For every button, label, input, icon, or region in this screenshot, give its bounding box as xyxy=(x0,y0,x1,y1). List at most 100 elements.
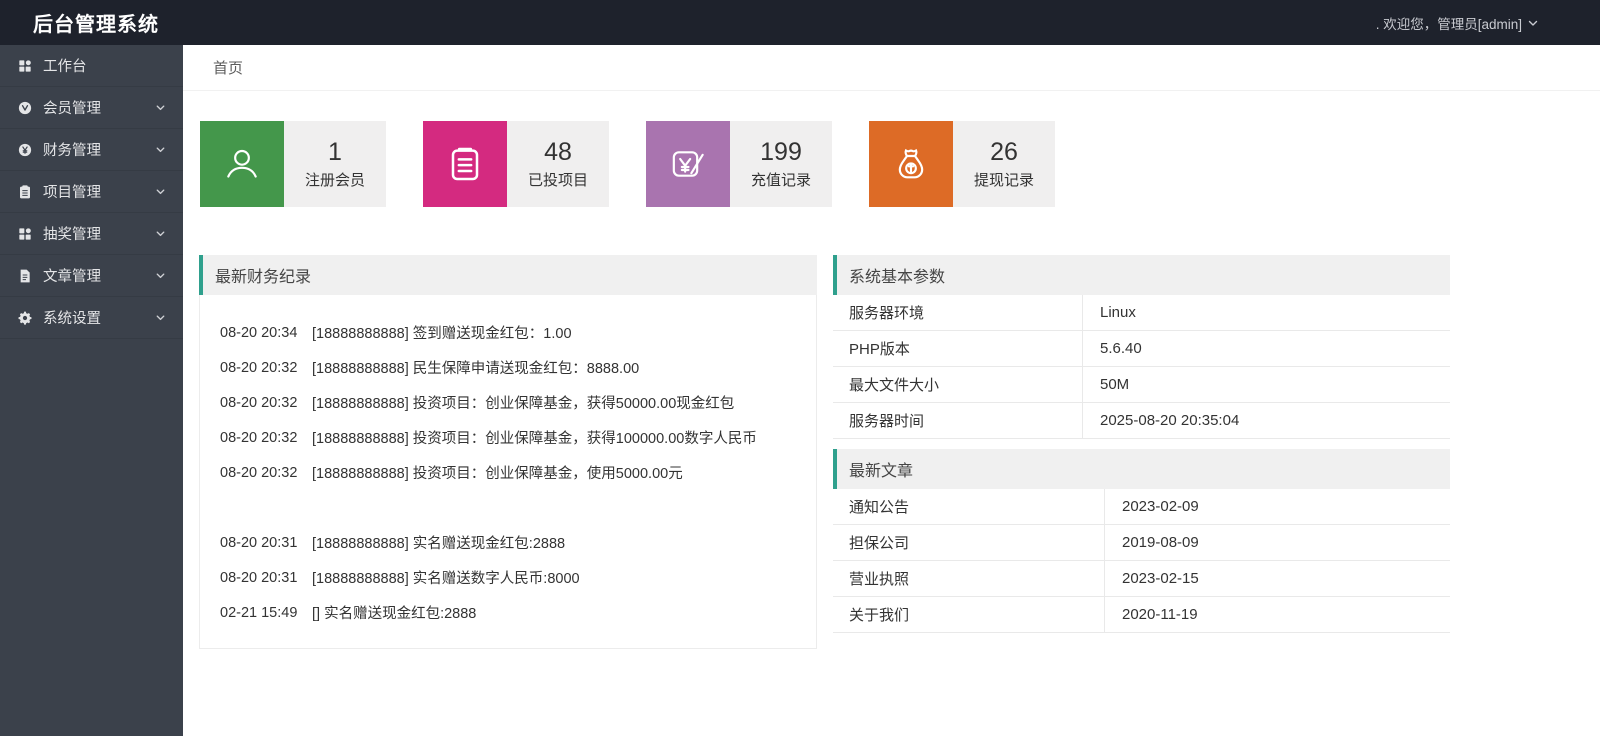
latest-articles-panel: 最新文章 通知公告 2023-02-09 担保公司 2019-08-09 营业执… xyxy=(833,449,1450,633)
record-text: [] 实名赠送现金红包:2888 xyxy=(312,606,477,622)
chevron-down-icon xyxy=(154,311,167,324)
article-date: 2023-02-09 xyxy=(1122,498,1199,515)
finance-record: 08-20 20:31 [18888888888] 实名赠送现金红包:2888 xyxy=(200,525,816,560)
main-content: 首页 1 注册会员 48 已投项目 199 充值记录 26 提现记录 最新财务纪… xyxy=(183,45,1600,736)
sidebar-item[interactable]: 工作台 xyxy=(0,45,183,87)
finance-panel-title: 最新财务纪录 xyxy=(199,255,817,295)
finance-record: 08-20 20:32 [18888888888] 民生保障申请送现金红包：88… xyxy=(200,350,816,385)
sidebar-item-label: 财务管理 xyxy=(43,143,101,159)
sidebar-item-label: 项目管理 xyxy=(43,185,101,201)
record-time: 08-20 20:32 xyxy=(220,394,298,411)
record-text: [18888888888] 实名赠送现金红包:2888 xyxy=(312,536,566,552)
finance-record: 08-20 20:32 [18888888888] 投资项目：创业保障基金，获得… xyxy=(200,385,816,420)
article-date: 2019-08-09 xyxy=(1122,534,1199,551)
param-value: 2025-08-20 20:35:04 xyxy=(1100,412,1240,429)
param-label: 最大文件大小 xyxy=(833,367,1083,402)
breadcrumb: 首页 xyxy=(183,45,1600,91)
article-date: 2023-02-15 xyxy=(1122,570,1199,587)
record-text: [18888888888] 签到赠送现金红包：1.00 xyxy=(312,326,572,342)
sidebar-item-label: 文章管理 xyxy=(43,269,101,285)
chevron-down-icon xyxy=(154,227,167,240)
record-time: 08-20 20:31 xyxy=(220,534,298,551)
chevron-down-icon xyxy=(154,269,167,282)
stat-cards-row: 1 注册会员 48 已投项目 199 充值记录 26 提现记录 xyxy=(200,121,1584,207)
record-time: 08-20 20:32 xyxy=(220,359,298,376)
param-value: Linux xyxy=(1100,304,1136,321)
chevron-down-icon xyxy=(154,101,167,114)
record-time: 02-21 15:49 xyxy=(220,604,298,621)
sidebar-item[interactable]: 项目管理 xyxy=(0,171,183,213)
finance-record-list: 08-20 20:34 [18888888888] 签到赠送现金红包：1.00 … xyxy=(199,295,817,649)
stat-value: 26 xyxy=(990,137,1018,166)
stat-label: 注册会员 xyxy=(304,172,365,190)
top-header: 后台管理系统 . 欢迎您，管理员[admin] xyxy=(0,0,1600,45)
record-text: [18888888888] 民生保障申请送现金红包：8888.00 xyxy=(312,361,640,377)
finance-record: 02-21 15:49 [] 实名赠送现金红包:2888 xyxy=(200,595,816,630)
record-time: 08-20 20:32 xyxy=(220,464,298,481)
finance-record xyxy=(200,490,816,525)
stat-card[interactable]: 1 注册会员 xyxy=(200,121,386,207)
table-row: 担保公司 2019-08-09 xyxy=(833,525,1450,561)
clipboard-lines-icon xyxy=(423,121,507,207)
article-title: 营业执照 xyxy=(833,561,1105,596)
sidebar-item[interactable]: 抽奖管理 xyxy=(0,213,183,255)
table-row: 服务器环境 Linux xyxy=(833,295,1450,331)
stat-card[interactable]: 199 充值记录 xyxy=(646,121,832,207)
article-date: 2020-11-19 xyxy=(1122,606,1198,623)
param-label: 服务器环境 xyxy=(833,295,1083,330)
stat-label: 提现记录 xyxy=(973,172,1034,190)
chevron-down-icon xyxy=(1526,16,1540,30)
param-label: 服务器时间 xyxy=(833,403,1083,438)
stat-value: 199 xyxy=(760,137,802,166)
sidebar: 工作台 会员管理 财务管理 项目管理 抽奖管理 文章管理 系统设置 xyxy=(0,45,183,736)
table-row: 营业执照 2023-02-15 xyxy=(833,561,1450,597)
system-params-table: 服务器环境 Linux PHP版本 5.6.40 最大文件大小 50M 服务器时… xyxy=(833,295,1450,439)
sidebar-item-label: 抽奖管理 xyxy=(43,227,101,243)
lottery-grid-icon xyxy=(17,226,33,242)
stat-card[interactable]: 48 已投项目 xyxy=(423,121,609,207)
sidebar-item[interactable]: 系统设置 xyxy=(0,297,183,339)
money-bag-icon xyxy=(869,121,953,207)
user-menu[interactable]: . 欢迎您，管理员[admin] xyxy=(1376,13,1540,33)
sidebar-item[interactable]: 文章管理 xyxy=(0,255,183,297)
finance-panel: 最新财务纪录 08-20 20:34 [18888888888] 签到赠送现金红… xyxy=(199,255,817,649)
finance-record: 08-20 20:32 [18888888888] 投资项目：创业保障基金，使用… xyxy=(200,455,816,490)
record-text: [18888888888] 实名赠送数字人民币:8000 xyxy=(312,571,580,587)
stat-value: 1 xyxy=(328,137,342,166)
sidebar-item-label: 系统设置 xyxy=(43,311,101,327)
record-text: [18888888888] 投资项目：创业保障基金，获得100000.00数字人… xyxy=(312,431,757,447)
system-params-title: 系统基本参数 xyxy=(833,255,1450,295)
param-value: 5.6.40 xyxy=(1100,340,1142,357)
finance-record: 08-20 20:31 [18888888888] 实名赠送数字人民币:8000 xyxy=(200,560,816,595)
dashboard-grid-icon xyxy=(17,58,33,74)
document-icon xyxy=(17,268,33,284)
param-label: PHP版本 xyxy=(833,331,1083,366)
table-row: 关于我们 2020-11-19 xyxy=(833,597,1450,633)
clipboard-icon xyxy=(17,184,33,200)
record-time: 08-20 20:31 xyxy=(220,569,298,586)
record-time: 08-20 20:32 xyxy=(220,429,298,446)
sidebar-item-label: 工作台 xyxy=(43,59,87,75)
record-text: [18888888888] 投资项目：创业保障基金，使用5000.00元 xyxy=(312,466,683,482)
table-row: 服务器时间 2025-08-20 20:35:04 xyxy=(833,403,1450,439)
sidebar-item-label: 会员管理 xyxy=(43,101,101,117)
gear-icon xyxy=(17,310,33,326)
table-row: 最大文件大小 50M xyxy=(833,367,1450,403)
article-title: 担保公司 xyxy=(833,525,1105,560)
sidebar-item[interactable]: 会员管理 xyxy=(0,87,183,129)
stat-label: 充值记录 xyxy=(750,172,811,190)
stat-card[interactable]: 26 提现记录 xyxy=(869,121,1055,207)
system-params-panel: 系统基本参数 服务器环境 Linux PHP版本 5.6.40 最大文件大小 5… xyxy=(833,255,1450,439)
chevron-down-icon xyxy=(154,185,167,198)
latest-articles-table: 通知公告 2023-02-09 担保公司 2019-08-09 营业执照 202… xyxy=(833,489,1450,633)
article-title: 通知公告 xyxy=(833,489,1105,524)
user-greeting: . 欢迎您，管理员[admin] xyxy=(1375,16,1522,32)
article-title: 关于我们 xyxy=(833,597,1105,632)
table-row: PHP版本 5.6.40 xyxy=(833,331,1450,367)
app-title: 后台管理系统 xyxy=(33,14,159,36)
stat-label: 已投项目 xyxy=(527,172,588,190)
sidebar-item[interactable]: 财务管理 xyxy=(0,129,183,171)
record-text: [18888888888] 投资项目：创业保障基金，获得50000.00现金红包 xyxy=(312,396,735,412)
finance-record: 08-20 20:34 [18888888888] 签到赠送现金红包：1.00 xyxy=(200,315,816,350)
breadcrumb-home[interactable]: 首页 xyxy=(213,57,243,78)
